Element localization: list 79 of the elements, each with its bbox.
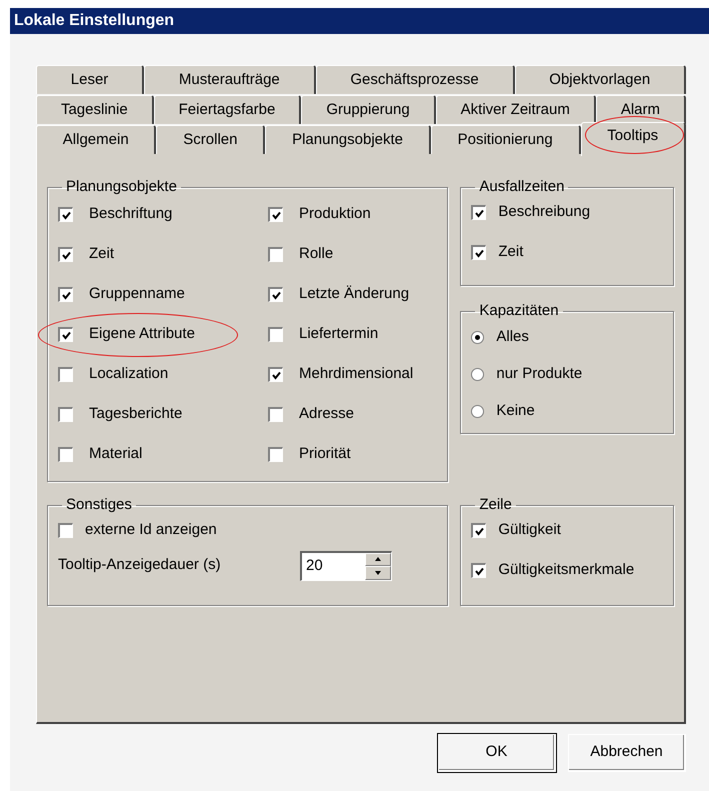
checkbox[interactable] [58,287,73,302]
check-icon [272,210,280,220]
tab[interactable]: Tageslinie [36,95,154,124]
tab[interactable]: Leser [36,65,144,94]
checkbox-label: Priorität [299,444,351,464]
checkbox-label: Beschreibung [498,202,590,222]
checkbox-label: Liefertermin [299,324,378,344]
checkbox[interactable] [58,447,73,462]
tab[interactable]: Objektvorlagen [514,65,686,94]
checkbox[interactable] [268,447,283,462]
radio-label: Keine [496,400,535,421]
checkbox[interactable] [58,367,73,382]
tab[interactable]: Gruppierung [301,95,436,124]
checkbox[interactable] [268,367,283,382]
group-title: Kapazitäten [478,301,560,321]
tab[interactable]: Musteraufträge [144,65,316,94]
checkbox-label: Letzte Änderung [299,284,410,304]
group-title: Zeile [478,495,513,515]
checkbox-label: Mehrdimensional [299,364,414,384]
tab[interactable]: Alarm [596,95,686,124]
checkbox[interactable] [268,247,283,262]
tab[interactable]: Tooltips [580,122,686,156]
checkbox[interactable] [268,407,283,422]
checkbox-label: Tagesberichte [89,404,182,424]
checkbox-label: Gruppenname [89,284,185,304]
check-icon [62,290,70,300]
tab[interactable]: Scrollen [156,125,266,154]
checkbox[interactable] [268,207,283,222]
radio-button[interactable] [471,368,484,380]
group-title: Sonstiges [65,495,133,515]
checkbox[interactable] [58,327,73,342]
dialog-button[interactable]: Abbrechen [568,734,686,772]
check-icon [272,370,280,380]
checkbox[interactable] [58,523,73,538]
radio-label: nur Produkte [496,364,582,384]
check-icon [62,210,70,220]
checkbox[interactable] [268,287,283,302]
checkbox[interactable] [58,407,73,422]
tab[interactable]: Feiertagsfarbe [154,95,302,124]
checkbox[interactable] [268,327,283,342]
window-title: Lokale Einstellungen [10,8,709,34]
checkbox[interactable] [471,245,486,260]
check-icon [474,208,484,218]
checkbox-label: Gültigkeitsmerkmale [498,560,634,580]
radio-button[interactable] [471,330,484,344]
checkbox[interactable] [471,205,486,220]
checkbox-label: Adresse [299,404,354,424]
check-icon [62,330,70,340]
check-icon [474,566,484,576]
check-icon [474,248,484,258]
check-icon [272,290,280,300]
checkbox-label: Eigene Attribute [89,324,195,344]
checkbox[interactable] [58,207,73,222]
dialog-button[interactable]: OK [438,734,556,772]
checkbox-label: Rolle [299,244,334,264]
group-title: Ausfallzeiten [478,177,566,197]
checkbox-label: Gültigkeit [498,520,561,540]
checkbox-label: Localization [89,364,168,384]
radio-button[interactable] [471,404,484,418]
checkbox-label: externe Id anzeigen [85,520,217,540]
tab[interactable]: Geschäftsprozesse [316,65,515,94]
check-icon [474,526,484,536]
checkbox[interactable] [471,523,486,538]
tab[interactable]: Planungsobjekte [265,125,431,154]
radio-label: Alles [496,326,529,347]
group-title: Planungsobjekte [65,177,178,197]
tab[interactable]: Positionierung [430,125,580,154]
checkbox-label: Zeit [498,242,524,262]
checkbox[interactable] [58,247,73,262]
checkbox-label: Produktion [299,204,371,224]
check-icon [62,250,70,260]
spinner-label: Tooltip-Anzeigedauer (s) [58,555,222,576]
checkbox-label: Zeit [89,244,114,264]
tab[interactable]: Allgemein [36,125,156,154]
number-spinner[interactable]: 20 [300,550,392,580]
checkbox[interactable] [471,563,486,578]
checkbox-label: Material [89,444,142,464]
checkbox-label: Beschriftung [89,204,172,224]
tab[interactable]: Aktiver Zeitraum [436,95,596,124]
